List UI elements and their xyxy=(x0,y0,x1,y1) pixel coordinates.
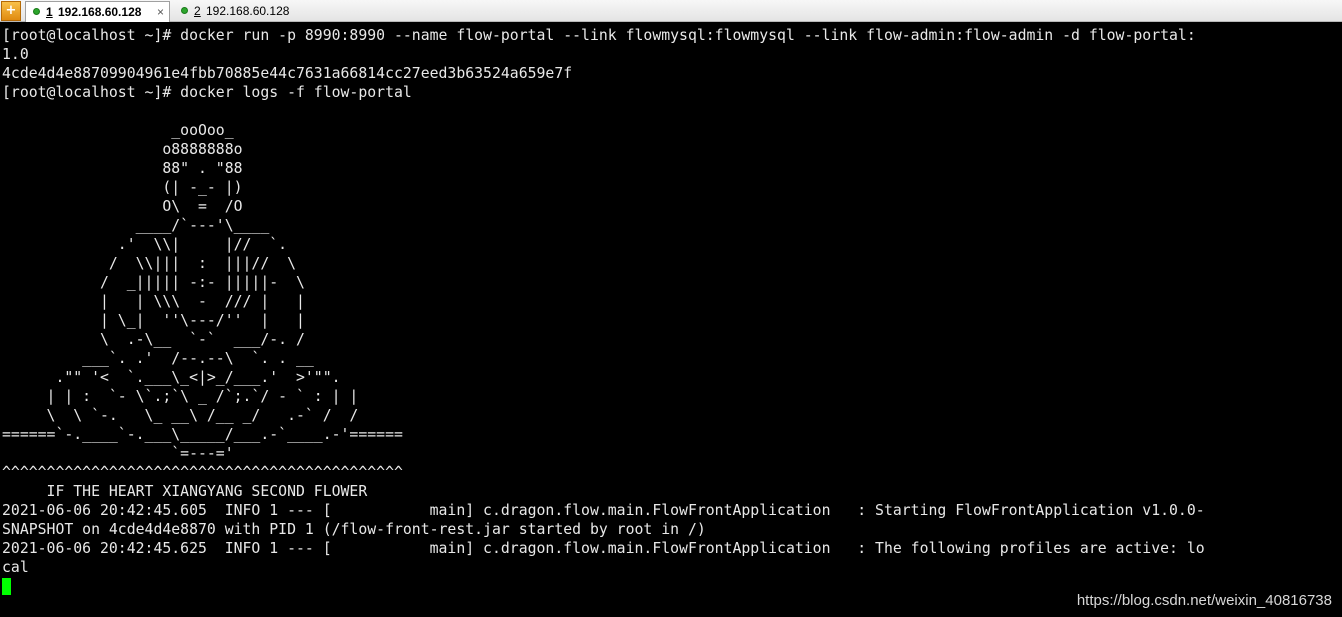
tab-host-label: 192.168.60.128 xyxy=(206,4,290,18)
ascii-art-line: (| -_- |) xyxy=(2,179,243,196)
log-line: cal xyxy=(2,559,29,576)
connected-status-icon xyxy=(33,8,40,15)
tab-session-1[interactable]: 1 192.168.60.128 × xyxy=(25,1,170,22)
close-icon[interactable]: × xyxy=(157,2,164,22)
connected-status-icon xyxy=(181,7,188,14)
tab-number: 1 xyxy=(46,5,53,19)
tab-bar: + 1 192.168.60.128 × 2 192.168.60.128 xyxy=(0,0,1342,22)
tab-number: 2 xyxy=(194,4,201,18)
banner-text-line: IF THE HEART XIANGYANG SECOND FLOWER xyxy=(2,483,368,500)
ascii-art-line: ^^^^^^^^^^^^^^^^^^^^^^^^^^^^^^^^^^^^^^^^… xyxy=(2,464,403,481)
watermark: https://blog.csdn.net/weixin_40816738 xyxy=(1076,592,1332,609)
ascii-art-line: ____/`---'\____ xyxy=(2,217,270,234)
ascii-art-line: `=---=' xyxy=(2,445,234,462)
ascii-art-line: _ooOoo_ xyxy=(2,122,234,139)
ascii-art-line: \ .-\__ `-` ___/-. / xyxy=(2,331,305,348)
ascii-art-line: | \_| ''\---/'' | | xyxy=(2,312,305,329)
terminal-cursor xyxy=(2,578,11,595)
ascii-art-line: / \\||| : |||// \ xyxy=(2,255,296,272)
terminal-line: 1.0 xyxy=(2,46,29,63)
ascii-art-line: | | \\\ - /// | | xyxy=(2,293,305,310)
ascii-art-line: ======`-.____`-.___\_____/___.-`____.-'=… xyxy=(2,426,403,443)
tab-session-2[interactable]: 2 192.168.60.128 xyxy=(174,1,304,22)
log-line: 2021-06-06 20:42:45.605 INFO 1 --- [ mai… xyxy=(2,502,1205,519)
app-menu-icon[interactable]: + xyxy=(1,1,21,21)
ascii-art-line: O\ = /O xyxy=(2,198,243,215)
ascii-art-line: o8888888o xyxy=(2,141,243,158)
ascii-art-line: .' \\| |// `. xyxy=(2,236,288,253)
ascii-art-line: | | : `- \`.;`\ _ /`;.`/ - ` : | | xyxy=(2,388,359,405)
tab-host-label: 192.168.60.128 xyxy=(58,5,142,19)
ascii-art-line: 88" . "88 xyxy=(2,160,243,177)
ascii-art-line: \ \ `-. \_ __\ /__ _/ .-` / / xyxy=(2,407,359,424)
ascii-art-line: / _||||| -:- |||||- \ xyxy=(2,274,305,291)
terminal-line: [root@localhost ~]# docker run -p 8990:8… xyxy=(2,27,1196,44)
log-line: 2021-06-06 20:42:45.625 INFO 1 --- [ mai… xyxy=(2,540,1205,557)
terminal-line: [root@localhost ~]# docker logs -f flow-… xyxy=(2,84,412,101)
terminal-line: 4cde4d4e88709904961e4fbb70885e44c7631a66… xyxy=(2,65,573,82)
log-line: SNAPSHOT on 4cde4d4e8870 with PID 1 (/fl… xyxy=(2,521,706,538)
ascii-art-line: ___`. .' /--.--\ `. . __ xyxy=(2,350,314,367)
terminal-output[interactable]: [root@localhost ~]# docker run -p 8990:8… xyxy=(2,26,1342,617)
ascii-art-line: ."" '< `.___\_<|>_/___.' >'"". xyxy=(2,369,341,386)
